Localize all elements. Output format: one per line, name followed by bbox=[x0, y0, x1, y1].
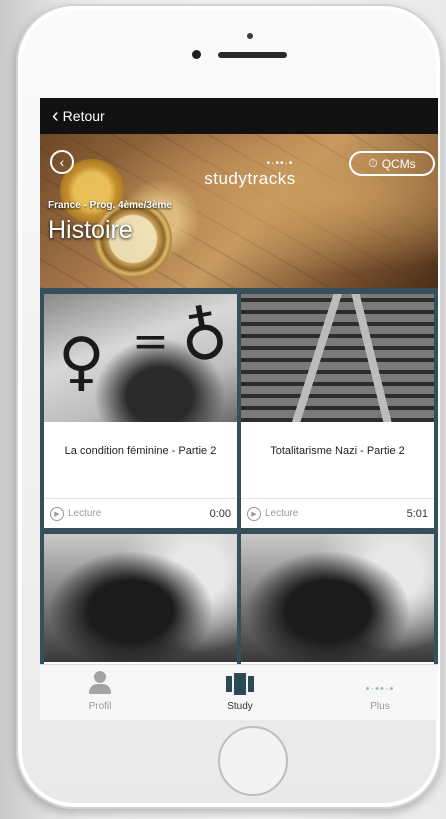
track-thumbnail: ♀ = ♀ bbox=[44, 294, 237, 422]
play-icon[interactable]: ▶ bbox=[50, 506, 64, 521]
back-button[interactable]: Retour bbox=[63, 108, 105, 124]
tab-label: Study bbox=[227, 701, 253, 712]
play-icon[interactable]: ▶ bbox=[247, 506, 261, 521]
phone-speaker bbox=[218, 52, 287, 58]
track-grid: ♀ = ♀ La condition féminine - Partie 2 ▶… bbox=[40, 288, 438, 664]
male-symbol-icon: ♀ bbox=[173, 294, 233, 375]
track-title: La condition féminine - Partie 2 bbox=[64, 445, 217, 457]
chevron-left-icon[interactable]: ‹ bbox=[52, 106, 59, 126]
brand-logo: •·••·• studytracks bbox=[180, 158, 320, 189]
track-card[interactable] bbox=[44, 534, 237, 664]
phone-sensor bbox=[247, 33, 253, 39]
qcm-label: QCMs bbox=[381, 156, 416, 171]
tab-profil[interactable]: Profil bbox=[50, 665, 150, 720]
tab-study[interactable]: Study bbox=[190, 665, 290, 720]
track-footer: ▶ Lecture 0:00 bbox=[44, 498, 237, 528]
track-card[interactable] bbox=[241, 534, 434, 664]
track-duration: 0:00 bbox=[209, 507, 231, 520]
track-duration: 5:01 bbox=[406, 507, 428, 520]
brand-dots-icon: •·••·• bbox=[266, 158, 294, 169]
track-footer: ▶ Lecture 5:01 bbox=[241, 498, 434, 528]
course-header: ‹ •·••·• studytracks ⏱ QCMs France - Pro… bbox=[40, 134, 438, 288]
tab-bar: Profil Study •·••·• Plus bbox=[40, 664, 438, 720]
female-symbol-icon: ♀ bbox=[58, 325, 105, 399]
track-action[interactable]: Lecture bbox=[68, 508, 101, 519]
study-icon bbox=[226, 673, 254, 695]
app-screen: ‹ Retour ‹ •·••·• studytracks ⏱ QCMs Fra… bbox=[40, 98, 438, 720]
home-button[interactable] bbox=[218, 726, 288, 796]
track-card[interactable]: ♀ = ♀ La condition féminine - Partie 2 ▶… bbox=[44, 294, 237, 528]
track-thumbnail bbox=[241, 294, 434, 422]
track-thumbnail bbox=[241, 534, 434, 662]
course-subtitle: France - Prog. 4ème/3ème bbox=[48, 200, 172, 211]
track-thumbnail bbox=[44, 534, 237, 662]
tab-label: Plus bbox=[370, 701, 390, 712]
tab-plus[interactable]: •·••·• Plus bbox=[330, 665, 430, 720]
dots-icon: •·••·• bbox=[365, 683, 395, 695]
timer-icon: ⏱ bbox=[368, 156, 378, 170]
person-icon bbox=[87, 671, 113, 695]
navigation-bar: ‹ Retour bbox=[40, 98, 438, 134]
track-action[interactable]: Lecture bbox=[265, 508, 298, 519]
front-camera bbox=[192, 50, 201, 59]
rail-line bbox=[349, 294, 397, 422]
equals-sign-icon: = bbox=[132, 316, 169, 367]
rail-line bbox=[286, 294, 344, 422]
course-title: Histoire bbox=[48, 216, 133, 244]
track-card[interactable]: Totalitarisme Nazi - Partie 2 ▶ Lecture … bbox=[241, 294, 434, 528]
qcm-button[interactable]: ⏱ QCMs bbox=[349, 151, 435, 176]
tab-label: Profil bbox=[88, 701, 112, 712]
brand-name: studytracks bbox=[204, 169, 296, 188]
back-circle-icon[interactable]: ‹ bbox=[50, 150, 74, 174]
track-title: Totalitarisme Nazi - Partie 2 bbox=[270, 445, 405, 457]
